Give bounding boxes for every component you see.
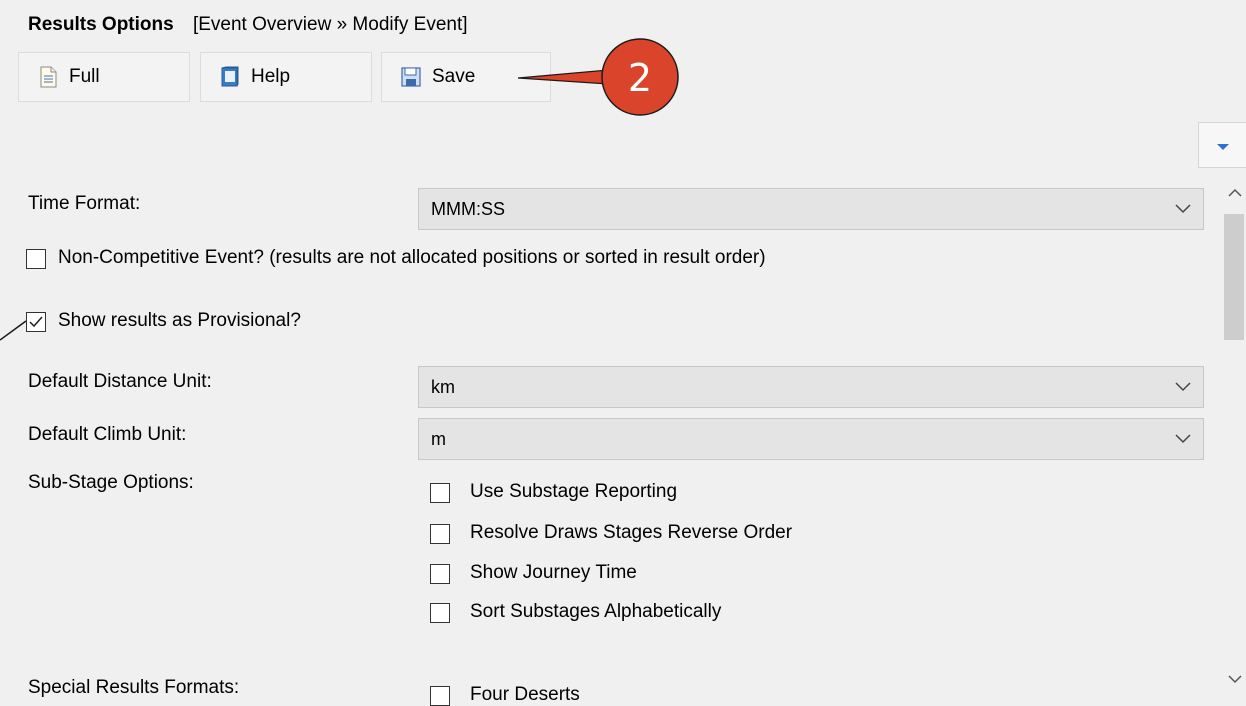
help-book-icon bbox=[219, 66, 241, 88]
caret-down-icon bbox=[1217, 144, 1229, 150]
help-button-label: Help bbox=[251, 66, 291, 87]
page-header: Results Options [Event Overview » Modify… bbox=[28, 14, 468, 36]
scrollbar-thumb[interactable] bbox=[1224, 214, 1244, 340]
page-title: Results Options bbox=[28, 14, 174, 35]
save-button-label: Save bbox=[432, 66, 476, 87]
chevron-down-icon bbox=[1175, 434, 1191, 444]
time-format-value: MMM:SS bbox=[431, 198, 505, 219]
provisional-label: Show results as Provisional? bbox=[58, 310, 301, 331]
breadcrumb: [Event Overview » Modify Event] bbox=[192, 14, 468, 35]
distance-unit-label: Default Distance Unit: bbox=[28, 371, 212, 392]
special-results-formats-label: Special Results Formats: bbox=[28, 677, 240, 698]
use-substage-reporting-label: Use Substage Reporting bbox=[470, 481, 678, 502]
callout-number: 2 bbox=[628, 56, 652, 100]
climb-unit-label: Default Climb Unit: bbox=[28, 424, 187, 445]
non-competitive-label: Non-Competitive Event? (results are not … bbox=[58, 247, 766, 268]
scroll-up-icon[interactable] bbox=[1226, 186, 1244, 200]
panel-dropdown-button[interactable] bbox=[1198, 122, 1246, 168]
use-substage-reporting-checkbox[interactable] bbox=[430, 483, 450, 503]
distance-unit-select[interactable]: km bbox=[418, 366, 1204, 408]
substage-options-label: Sub-Stage Options: bbox=[28, 472, 194, 493]
scroll-down-icon[interactable] bbox=[1226, 672, 1244, 686]
full-button[interactable]: Full bbox=[18, 52, 190, 102]
distance-unit-value: km bbox=[431, 376, 455, 397]
show-journey-time-checkbox[interactable] bbox=[430, 564, 450, 584]
floppy-disk-icon bbox=[400, 66, 422, 88]
climb-unit-value: m bbox=[431, 428, 446, 449]
climb-unit-select[interactable]: m bbox=[418, 418, 1204, 460]
time-format-select[interactable]: MMM:SS bbox=[418, 188, 1204, 230]
resolve-draws-reverse-label: Resolve Draws Stages Reverse Order bbox=[470, 522, 793, 543]
time-format-label: Time Format: bbox=[28, 193, 141, 214]
non-competitive-checkbox[interactable] bbox=[26, 249, 46, 269]
four-deserts-label: Four Deserts bbox=[470, 684, 580, 705]
four-deserts-checkbox[interactable] bbox=[430, 686, 450, 706]
callout-annotation: 2 bbox=[517, 38, 679, 116]
sort-substages-label: Sort Substages Alphabetically bbox=[470, 601, 722, 622]
chevron-down-icon bbox=[1175, 204, 1191, 214]
show-journey-time-label: Show Journey Time bbox=[470, 562, 637, 583]
document-icon bbox=[37, 66, 59, 88]
chevron-down-icon bbox=[1175, 382, 1191, 392]
full-button-label: Full bbox=[69, 66, 100, 87]
checkmark-icon bbox=[29, 316, 43, 328]
provisional-checkbox[interactable] bbox=[26, 312, 46, 332]
callout-pointer bbox=[517, 69, 609, 85]
resolve-draws-reverse-checkbox[interactable] bbox=[430, 524, 450, 544]
sort-substages-checkbox[interactable] bbox=[430, 603, 450, 623]
help-button[interactable]: Help bbox=[200, 52, 372, 102]
